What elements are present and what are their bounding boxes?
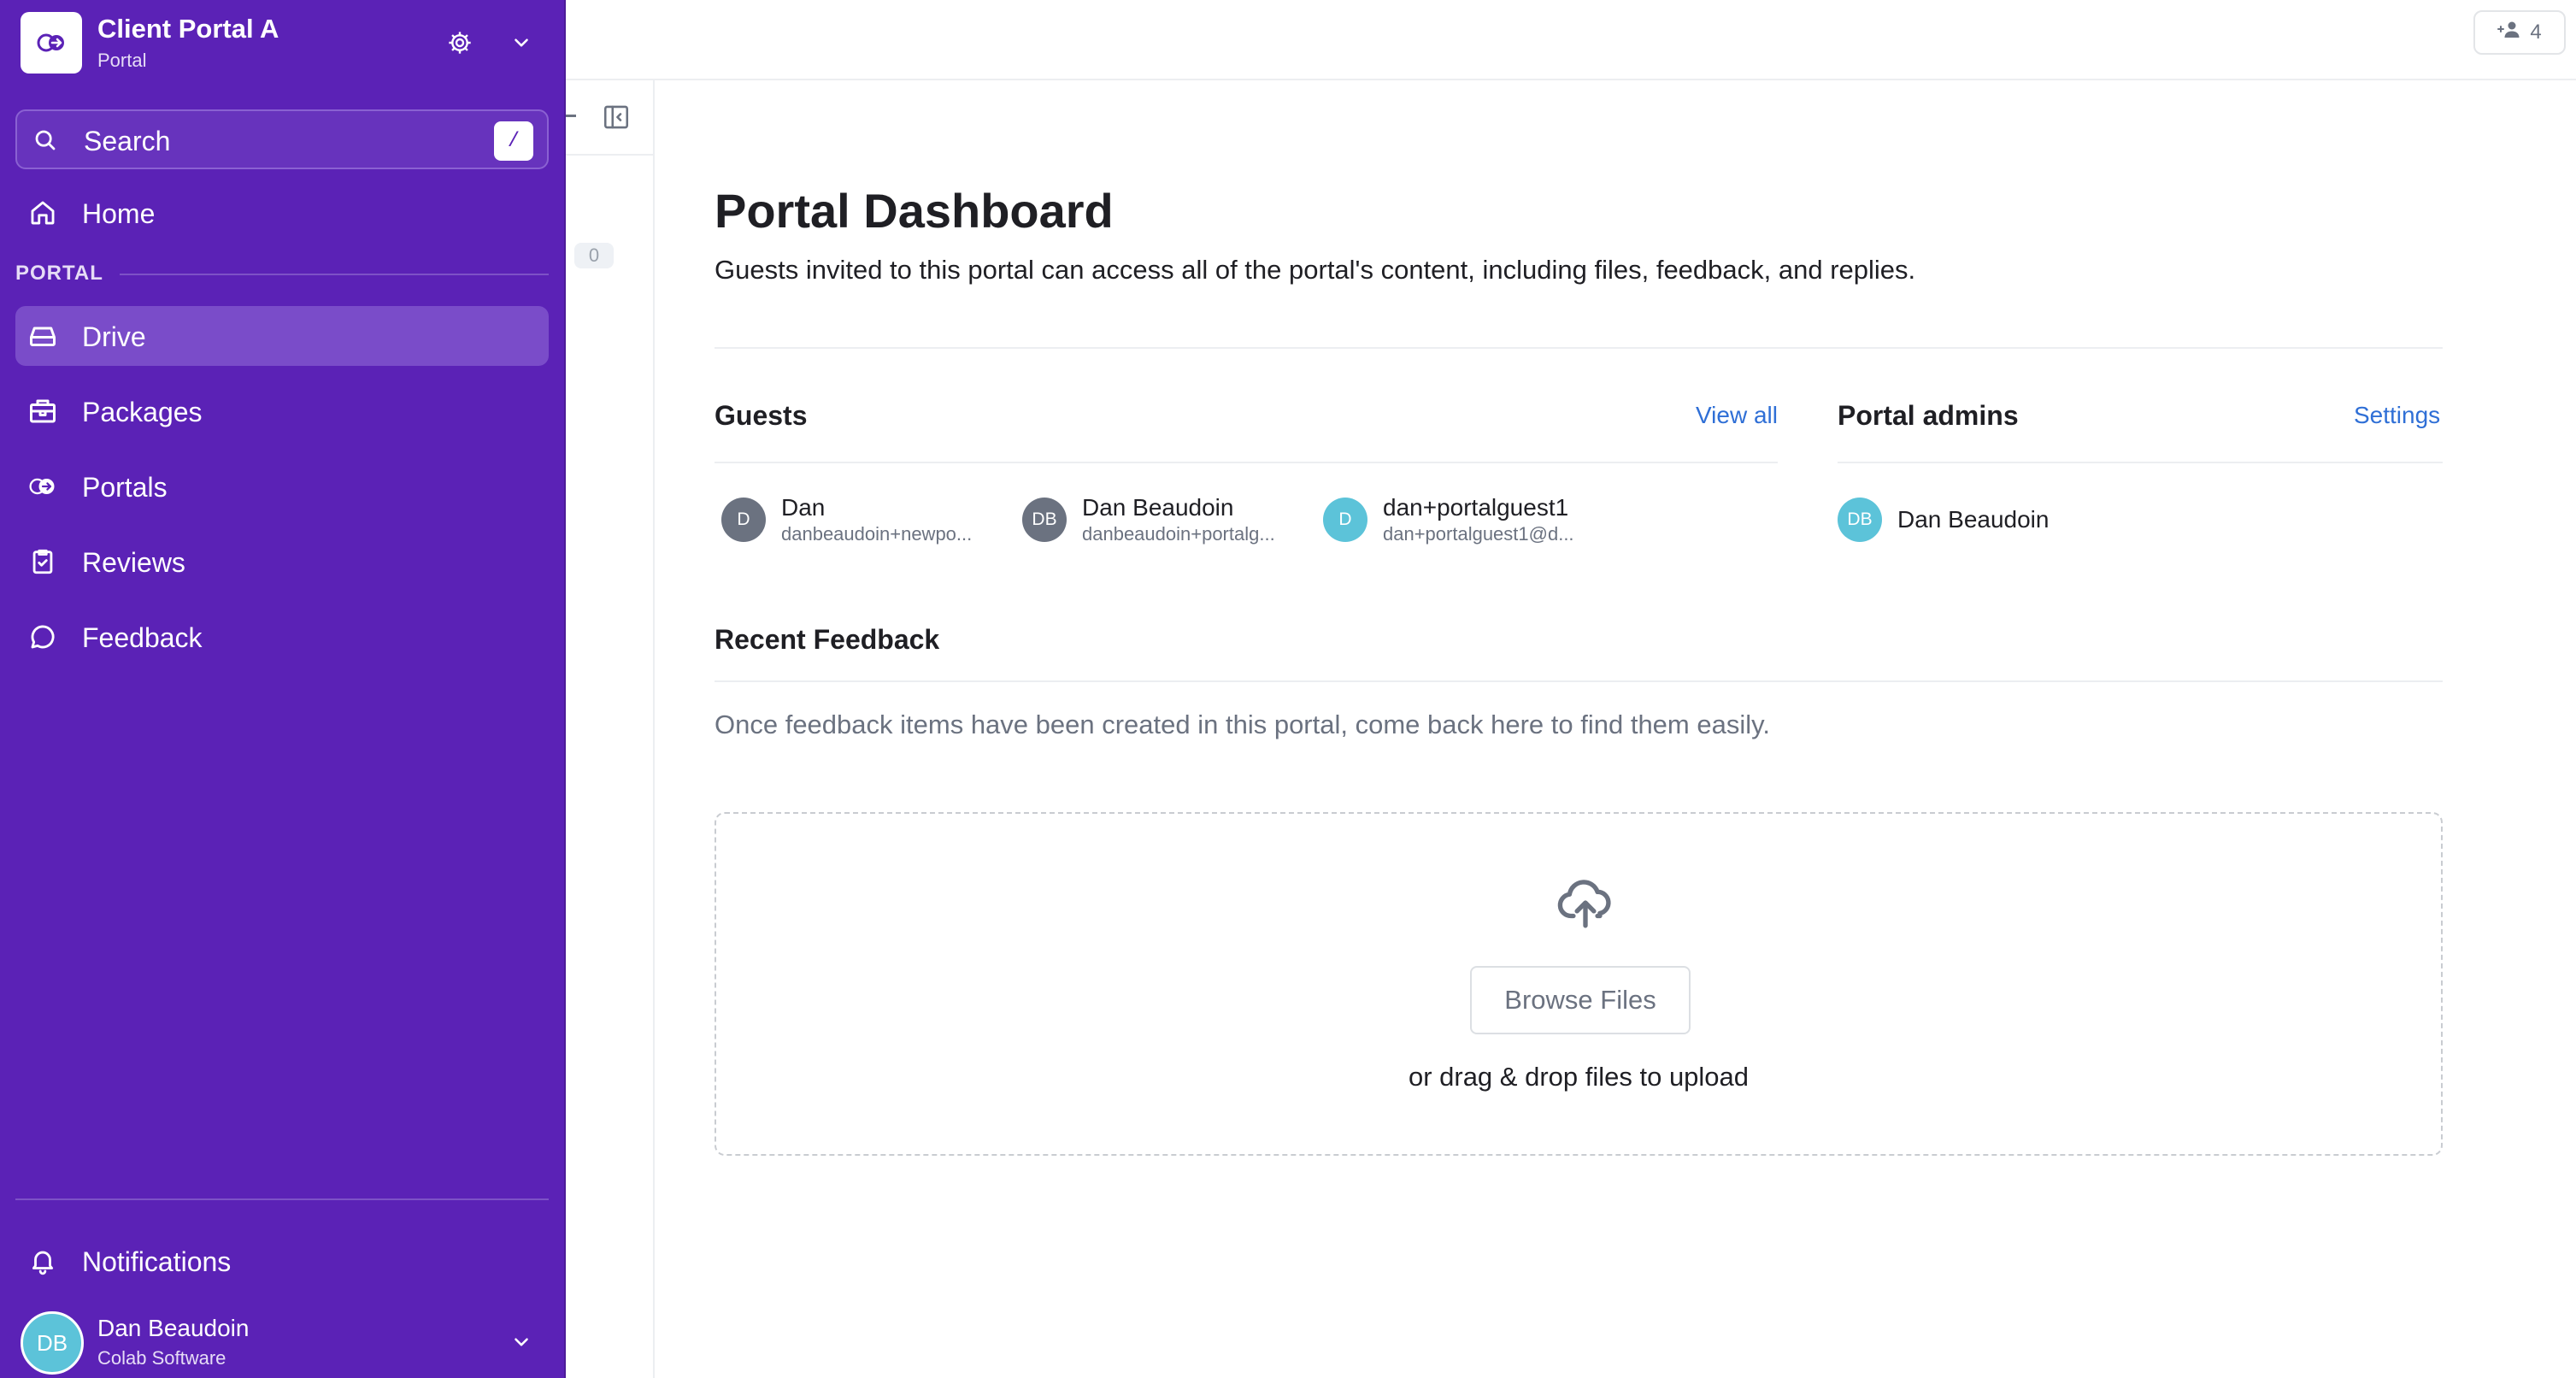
avatar: D — [721, 498, 766, 542]
panel-edge-handle[interactable] — [566, 115, 576, 117]
share-button[interactable]: 4 — [2473, 10, 2566, 55]
search-shortcut-badge: / — [494, 121, 533, 161]
guest-name: dan+portalguest1 — [1383, 494, 1569, 521]
drive-icon — [27, 321, 58, 351]
divider — [1838, 462, 2443, 463]
guest-email: danbeaudoin+newpo... — [781, 523, 973, 545]
sidebar-divider — [15, 1198, 549, 1200]
user-org: Colab Software — [97, 1347, 226, 1369]
nav-item-label: Portals — [82, 472, 168, 503]
section-label-portal: PORTAL — [15, 262, 103, 285]
search-label: Search — [84, 126, 171, 156]
nav-item-packages[interactable]: Packages — [15, 381, 549, 441]
nav-item-label: Notifications — [82, 1246, 232, 1277]
view-all-guests-link[interactable]: View all — [1696, 402, 1778, 429]
drive-panel: 0 — [566, 80, 655, 1378]
file-dropzone[interactable]: Browse Files or drag & drop files to upl… — [715, 812, 2443, 1156]
admin-name: Dan Beaudoin — [1897, 506, 2050, 533]
workspace-name: Client Portal A — [97, 14, 279, 44]
avatar: DB — [1022, 498, 1067, 542]
recent-feedback-title: Recent Feedback — [715, 624, 940, 655]
guest-name: Dan — [781, 494, 826, 521]
admin-item[interactable]: DB Dan Beaudoin — [1838, 494, 2094, 545]
nav-item-label: Packages — [82, 397, 203, 427]
guest-email: dan+portalguest1@d... — [1383, 523, 1574, 545]
divider — [715, 462, 1778, 463]
portal-admins-title: Portal admins — [1838, 400, 2019, 431]
divider — [715, 680, 2443, 682]
user-menu[interactable]: DB Dan Beaudoin Colab Software — [21, 1310, 550, 1375]
bell-icon — [27, 1246, 58, 1276]
chevron-down-icon[interactable] — [504, 1325, 538, 1359]
search-input[interactable]: Search / — [15, 109, 549, 169]
browse-files-button[interactable]: Browse Files — [1470, 966, 1691, 1034]
section-divider — [120, 274, 549, 275]
guest-name: Dan Beaudoin — [1082, 494, 1234, 521]
guest-item[interactable]: D dan+portalguest1 dan+portalguest1@d... — [1323, 494, 1605, 545]
comment-icon — [27, 621, 58, 652]
nav-item-label: Home — [82, 198, 156, 229]
guests-title: Guests — [715, 400, 808, 431]
divider — [715, 347, 2443, 349]
packages-icon — [27, 396, 58, 427]
gear-icon[interactable] — [443, 26, 477, 60]
guest-item[interactable]: D Dan danbeaudoin+newpo... — [721, 494, 1003, 545]
add-user-icon — [2497, 20, 2523, 46]
drop-hint: or drag & drop files to upload — [1408, 1062, 1750, 1092]
avatar: D — [1323, 498, 1367, 542]
share-count: 4 — [2530, 21, 2542, 44]
avatar: DB — [21, 1311, 84, 1375]
page-description: Guests invited to this portal can access… — [715, 255, 1916, 285]
search-icon — [31, 126, 60, 155]
nav-item-home[interactable]: Home — [15, 183, 549, 243]
cloud-upload-icon — [1556, 875, 1615, 930]
top-bar: 4 — [566, 0, 2576, 80]
feedback-empty-state: Once feedback items have been created in… — [715, 710, 1770, 739]
guest-item[interactable]: DB Dan Beaudoin danbeaudoin+portalg... — [1022, 494, 1304, 545]
chevron-down-icon[interactable] — [504, 26, 538, 60]
guest-email: danbeaudoin+portalg... — [1082, 523, 1275, 545]
nav-item-label: Feedback — [82, 622, 203, 653]
sidebar: Client Portal A Portal Search / Home POR… — [0, 0, 566, 1378]
item-count-badge: 0 — [574, 243, 614, 268]
nav-item-label: Drive — [82, 321, 146, 352]
portal-icon — [27, 471, 58, 502]
workspace-header[interactable]: Client Portal A Portal — [21, 12, 544, 74]
nav-item-drive[interactable]: Drive — [15, 306, 549, 366]
nav-item-feedback[interactable]: Feedback — [15, 607, 549, 667]
workspace-type: Portal — [97, 50, 147, 71]
nav-item-label: Reviews — [82, 547, 185, 578]
nav-item-reviews[interactable]: Reviews — [15, 532, 549, 592]
nav-item-notifications[interactable]: Notifications — [15, 1231, 549, 1291]
user-name: Dan Beaudoin — [97, 1315, 250, 1341]
collapse-panel-icon[interactable] — [598, 99, 634, 135]
admin-settings-link[interactable]: Settings — [2354, 402, 2440, 429]
nav-item-portals[interactable]: Portals — [15, 456, 549, 516]
home-icon — [27, 197, 58, 228]
avatar: DB — [1838, 498, 1882, 542]
drive-panel-header — [566, 80, 653, 156]
portal-icon — [21, 12, 82, 74]
page-title: Portal Dashboard — [715, 184, 1114, 238]
clipboard-check-icon — [27, 546, 58, 577]
